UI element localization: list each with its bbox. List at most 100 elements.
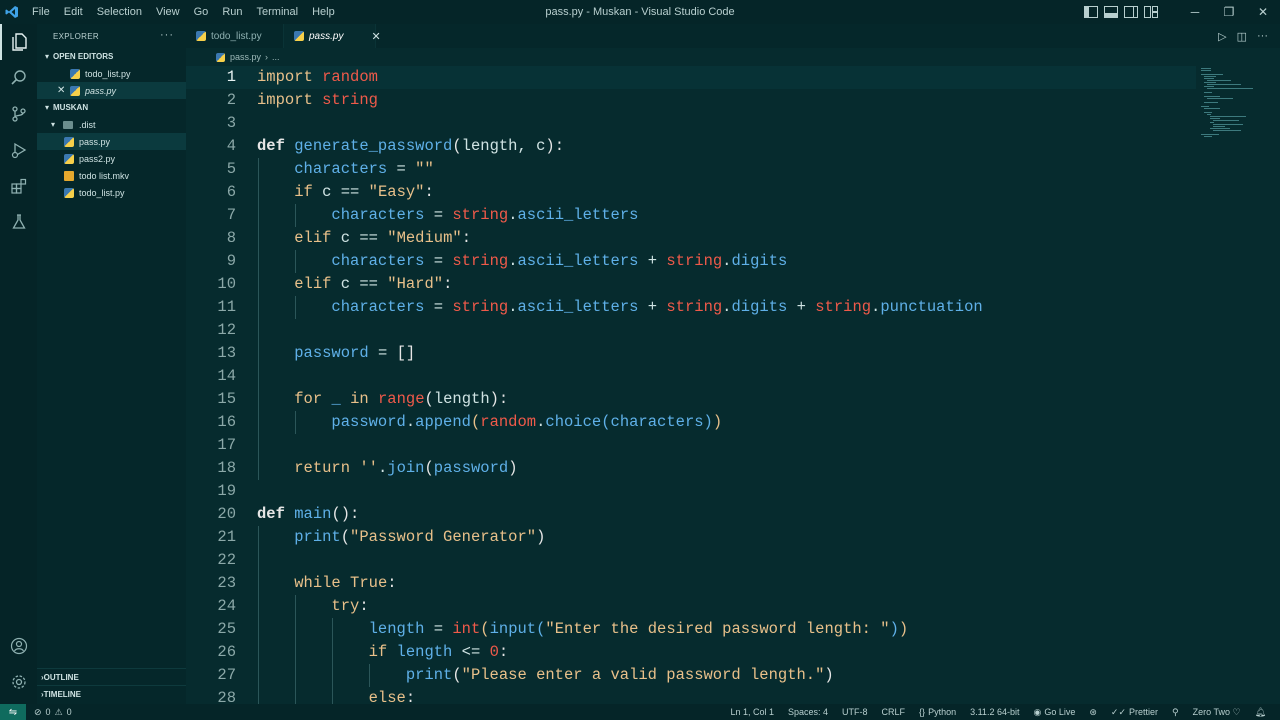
problems-indicator[interactable]: ⊘ 0 ⚠ 0	[34, 707, 72, 718]
remote-indicator-icon[interactable]: ⇋	[0, 704, 26, 720]
code-line[interactable]: 11 characters = string.ascii_letters + s…	[186, 296, 1196, 319]
code-line[interactable]: 14	[186, 365, 1196, 388]
language-mode[interactable]: {} Python	[919, 707, 956, 717]
code-line[interactable]: 24 try:	[186, 595, 1196, 618]
open-editor-label: pass.py	[85, 85, 117, 96]
code-line[interactable]: 2 import string	[186, 89, 1196, 112]
code-line[interactable]: 4 def generate_password(length, c):	[186, 135, 1196, 158]
end-of-line[interactable]: CRLF	[882, 707, 906, 717]
menu-terminal[interactable]: Terminal	[257, 6, 299, 18]
code-line[interactable]: 28 else:	[186, 687, 1196, 704]
close-editor-icon[interactable]: ✕	[57, 85, 70, 96]
code-line[interactable]: 20 def main():	[186, 503, 1196, 526]
status-bar: ⇋ ⊘ 0 ⚠ 0 Ln 1, Col 1 Spaces: 4 UTF-8 CR…	[0, 704, 1280, 720]
code-line[interactable]: 6 if c == "Easy":	[186, 181, 1196, 204]
open-editor-item[interactable]: todo_list.py	[37, 65, 186, 82]
python-file-icon	[196, 31, 206, 41]
python-file-icon	[64, 187, 74, 198]
minimap[interactable]	[1199, 66, 1271, 146]
cursor-position[interactable]: Ln 1, Col 1	[730, 707, 774, 717]
indentation[interactable]: Spaces: 4	[788, 707, 828, 717]
theme-indicator[interactable]: Zero Two ♡	[1193, 707, 1241, 718]
tree-item-folder[interactable]: ▾ .dist	[37, 116, 186, 133]
line-number: 16	[217, 413, 236, 431]
line-number: 6	[226, 183, 236, 201]
tree-item-file[interactable]: todo list.mkv	[37, 167, 186, 184]
minimize-icon[interactable]: ─	[1178, 0, 1212, 24]
explorer-icon[interactable]	[0, 24, 37, 60]
breadcrumb-rest[interactable]: ...	[272, 52, 280, 62]
menu-go[interactable]: Go	[194, 6, 209, 18]
restore-icon[interactable]: ❐	[1212, 0, 1246, 24]
line-number: 26	[217, 643, 236, 661]
open-editors-section[interactable]: ▾ OPEN EDITORS	[37, 48, 186, 65]
code-line[interactable]: 8 elif c == "Medium":	[186, 227, 1196, 250]
code-line[interactable]: 7 characters = string.ascii_letters	[186, 204, 1196, 227]
menu-help[interactable]: Help	[312, 6, 335, 18]
code-line[interactable]: 25 length = int(input("Enter the desired…	[186, 618, 1196, 641]
line-number: 21	[217, 528, 236, 546]
extensions-icon[interactable]	[0, 168, 37, 204]
toggle-primary-sidebar-icon[interactable]	[1084, 6, 1098, 18]
code-line[interactable]: 16 password.append(random.choice(charact…	[186, 411, 1196, 434]
settings-gear-icon[interactable]	[0, 664, 37, 700]
tree-item-file[interactable]: todo_list.py	[37, 184, 186, 201]
code-line[interactable]: 23 while True:	[186, 572, 1196, 595]
timeline-section[interactable]: › TIMELINE	[37, 685, 186, 702]
open-editor-item[interactable]: ✕ pass.py	[37, 82, 186, 99]
split-editor-icon[interactable]: ◫	[1237, 30, 1247, 43]
code-line[interactable]: 26 if length <= 0:	[186, 641, 1196, 664]
code-line[interactable]: 22	[186, 549, 1196, 572]
code-line[interactable]: 5 characters = ""	[186, 158, 1196, 181]
code-line[interactable]: 17	[186, 434, 1196, 457]
menu-selection[interactable]: Selection	[97, 6, 142, 18]
code-line[interactable]: 1 import random	[186, 66, 1196, 89]
code-line[interactable]: 15 for _ in range(length):	[186, 388, 1196, 411]
go-live-button[interactable]: ◉ Go Live	[1033, 707, 1075, 718]
run-debug-icon[interactable]	[0, 132, 37, 168]
tab-todo-list[interactable]: todo_list.py	[186, 24, 284, 48]
menu-run[interactable]: Run	[222, 6, 242, 18]
code-line[interactable]: 27 print("Please enter a valid password …	[186, 664, 1196, 687]
code-line[interactable]: 3	[186, 112, 1196, 135]
menu-file[interactable]: File	[32, 6, 50, 18]
code-line[interactable]: 9 characters = string.ascii_letters + st…	[186, 250, 1196, 273]
search-icon[interactable]	[0, 60, 37, 96]
close-tab-icon[interactable]: ✕	[371, 30, 380, 43]
line-number: 25	[217, 620, 236, 638]
outline-section[interactable]: › OUTLINE	[37, 668, 186, 685]
code-line[interactable]: 13 password = []	[186, 342, 1196, 365]
more-actions-icon[interactable]: ···	[1257, 30, 1268, 42]
notifications-bell-icon[interactable]: 🔔︎	[1255, 707, 1266, 718]
folder-section[interactable]: ▾ MUSKAN	[37, 99, 186, 116]
code-line[interactable]: 12	[186, 319, 1196, 342]
tree-item-file[interactable]: pass.py	[37, 133, 186, 150]
copilot-icon[interactable]: ⊛	[1089, 707, 1097, 718]
more-actions-icon[interactable]: ···	[160, 29, 174, 41]
toggle-secondary-sidebar-icon[interactable]	[1124, 6, 1138, 18]
customize-layout-icon[interactable]	[1144, 6, 1158, 18]
python-interpreter[interactable]: 3.11.2 64-bit	[970, 707, 1019, 717]
code-editor[interactable]: 1 import random 2 import string 3 4 def gen…	[186, 66, 1280, 704]
prettier-button[interactable]: ✓✓ Prettier	[1111, 707, 1158, 718]
encoding[interactable]: UTF-8	[842, 707, 868, 717]
close-window-icon[interactable]: ✕	[1246, 0, 1280, 24]
menu-view[interactable]: View	[156, 6, 180, 18]
code-line[interactable]: 19	[186, 480, 1196, 503]
breadcrumb-file[interactable]: pass.py	[230, 52, 261, 62]
tree-item-file[interactable]: pass2.py	[37, 150, 186, 167]
broadcast-icon: ◉	[1033, 706, 1042, 717]
run-file-icon[interactable]: ▷	[1218, 30, 1226, 43]
feedback-icon[interactable]: ⚲	[1172, 707, 1179, 718]
code-line[interactable]: 10 elif c == "Hard":	[186, 273, 1196, 296]
tab-pass[interactable]: pass.py ✕	[284, 24, 381, 48]
testing-icon[interactable]	[0, 204, 37, 240]
tree-item-label: .dist	[79, 119, 96, 130]
accounts-icon[interactable]	[0, 628, 37, 664]
code-line[interactable]: 18 return ''.join(password)	[186, 457, 1196, 480]
source-control-icon[interactable]	[0, 96, 37, 132]
toggle-panel-icon[interactable]	[1104, 6, 1118, 18]
menu-edit[interactable]: Edit	[64, 6, 83, 18]
line-number: 4	[226, 137, 236, 155]
code-line[interactable]: 21 print("Password Generator")	[186, 526, 1196, 549]
